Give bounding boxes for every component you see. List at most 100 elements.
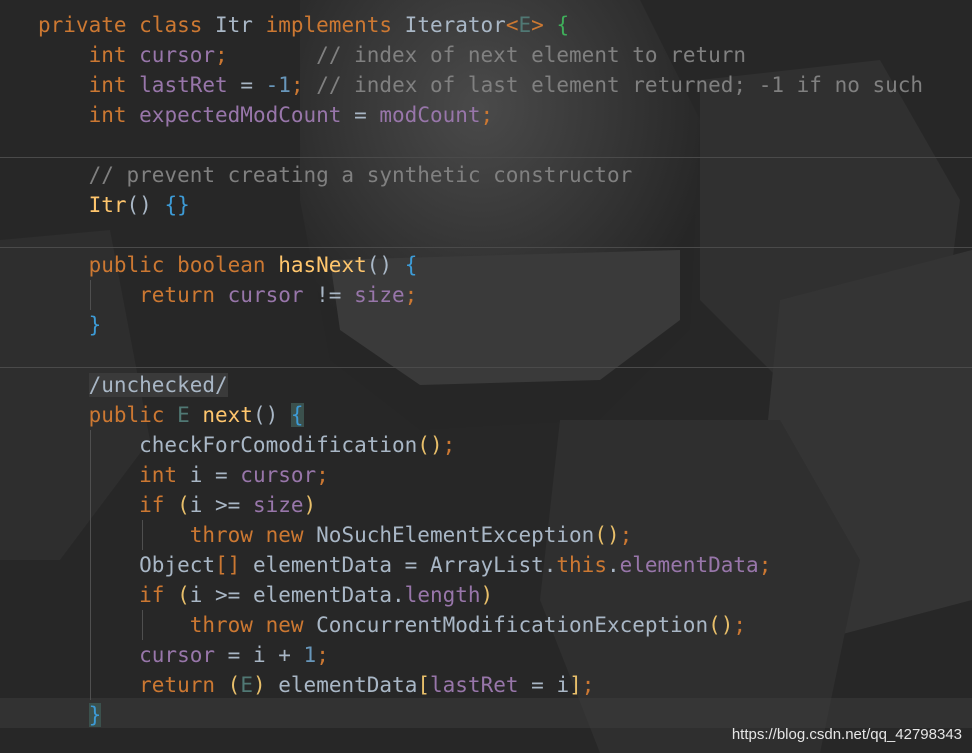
- code-token: checkForComodification: [38, 433, 418, 457]
- code-token: public: [38, 403, 178, 427]
- code-token: throw: [38, 523, 266, 547]
- code-token: int: [38, 103, 140, 127]
- code-token: (): [594, 523, 620, 547]
- code-token: length: [404, 583, 481, 607]
- code-token: NoSuchElementException: [316, 523, 595, 547]
- code-token: !=: [303, 283, 355, 307]
- code-token: throw: [38, 613, 266, 637]
- code-token: ): [252, 673, 266, 697]
- code-token: public: [38, 253, 178, 277]
- code-token: (): [252, 403, 291, 427]
- code-line[interactable]: int expectedModCount = modCount;: [38, 100, 494, 130]
- code-token: cursor: [227, 283, 304, 307]
- code-token: 1: [303, 643, 317, 667]
- code-token: expectedModCount: [139, 103, 342, 127]
- code-token: -1: [265, 73, 291, 97]
- code-token: (): [126, 193, 165, 217]
- code-token: (): [417, 433, 443, 457]
- code-line[interactable]: checkForComodification();: [38, 430, 455, 460]
- code-token: next: [202, 403, 253, 427]
- code-token: >: [531, 13, 557, 37]
- method-separator: [0, 157, 972, 158]
- code-token: {: [556, 13, 570, 37]
- code-token: ;: [581, 673, 595, 697]
- code-line[interactable]: if (i >= size): [38, 490, 316, 520]
- code-token: if: [38, 583, 178, 607]
- code-line[interactable]: }: [38, 310, 102, 340]
- code-line[interactable]: /unchecked/: [38, 370, 228, 400]
- code-token: if: [38, 493, 178, 517]
- code-token: size: [252, 493, 304, 517]
- code-token: ;: [215, 43, 228, 67]
- code-line[interactable]: if (i >= elementData.length): [38, 580, 493, 610]
- code-token: Iterator: [404, 13, 506, 37]
- code-token: ;: [290, 73, 304, 97]
- code-token: E: [240, 673, 253, 697]
- code-token: this: [556, 553, 607, 577]
- code-token: // index of next element to return: [227, 43, 747, 67]
- method-separator: [0, 247, 972, 248]
- code-line[interactable]: return (E) elementData[lastRet = i];: [38, 670, 594, 700]
- code-token: (: [177, 583, 190, 607]
- code-line[interactable]: throw new ConcurrentModificationExceptio…: [38, 610, 746, 640]
- code-token: // index of last element returned; -1 if…: [303, 73, 924, 97]
- method-separator: [0, 367, 972, 368]
- code-token: {: [404, 253, 418, 277]
- code-line[interactable]: private class Itr implements Iterator<E>…: [38, 10, 569, 40]
- code-token: size: [354, 283, 405, 307]
- code-line[interactable]: }: [38, 700, 102, 730]
- code-token: int: [38, 463, 190, 487]
- code-token: cursor: [139, 43, 216, 67]
- code-line[interactable]: int i = cursor;: [38, 460, 329, 490]
- code-token: ;: [442, 433, 456, 457]
- code-token: cursor: [240, 463, 317, 487]
- code-token: (: [177, 493, 190, 517]
- code-token: i =: [189, 463, 241, 487]
- code-token: elementData = ArrayList.: [252, 553, 557, 577]
- code-line[interactable]: cursor = i + 1;: [38, 640, 329, 670]
- code-token: elementData: [619, 553, 759, 577]
- code-token: E: [518, 13, 532, 37]
- code-line[interactable]: Itr() {}: [38, 190, 190, 220]
- code-token: {}: [164, 193, 190, 217]
- code-token: {: [290, 403, 304, 427]
- code-token: ;: [733, 613, 747, 637]
- code-token: Itr: [215, 13, 266, 37]
- code-token: int: [38, 73, 140, 97]
- code-token: modCount: [379, 103, 481, 127]
- code-token: ;: [316, 643, 329, 667]
- code-token: }: [88, 703, 102, 727]
- code-token: = i +: [215, 643, 304, 667]
- code-token: ): [303, 493, 317, 517]
- code-line[interactable]: int cursor; // index of next element to …: [38, 40, 746, 70]
- code-token: lastRet: [139, 73, 228, 97]
- code-token: <: [505, 13, 519, 37]
- code-editor[interactable]: private class Itr implements Iterator<E>…: [0, 0, 972, 753]
- code-token: class: [139, 13, 216, 37]
- code-token: = i: [518, 673, 570, 697]
- code-token: E: [177, 403, 203, 427]
- code-token: ;: [619, 523, 633, 547]
- code-token: return: [38, 283, 228, 307]
- code-line[interactable]: public E next() {: [38, 400, 304, 430]
- code-line[interactable]: return cursor != size;: [38, 280, 417, 310]
- code-token: .: [606, 553, 620, 577]
- code-token: ConcurrentModificationException: [316, 613, 709, 637]
- code-line[interactable]: public boolean hasNext() {: [38, 250, 418, 280]
- code-line[interactable]: // prevent creating a synthetic construc…: [38, 160, 633, 190]
- code-line[interactable]: Object[] elementData = ArrayList.this.el…: [38, 550, 771, 580]
- code-token: i >= elementData.: [189, 583, 405, 607]
- code-token: [: [417, 673, 430, 697]
- watermark: https://blog.csdn.net/qq_42798343: [731, 726, 962, 743]
- code-line[interactable]: throw new NoSuchElementException();: [38, 520, 633, 550]
- code-token: []: [215, 553, 253, 577]
- code-line[interactable]: int lastRet = -1; // index of last eleme…: [38, 70, 924, 100]
- code-token: (: [227, 673, 241, 697]
- current-line-highlight: [0, 698, 972, 728]
- code-token: (): [366, 253, 405, 277]
- code-token: // prevent creating a synthetic construc…: [38, 163, 633, 187]
